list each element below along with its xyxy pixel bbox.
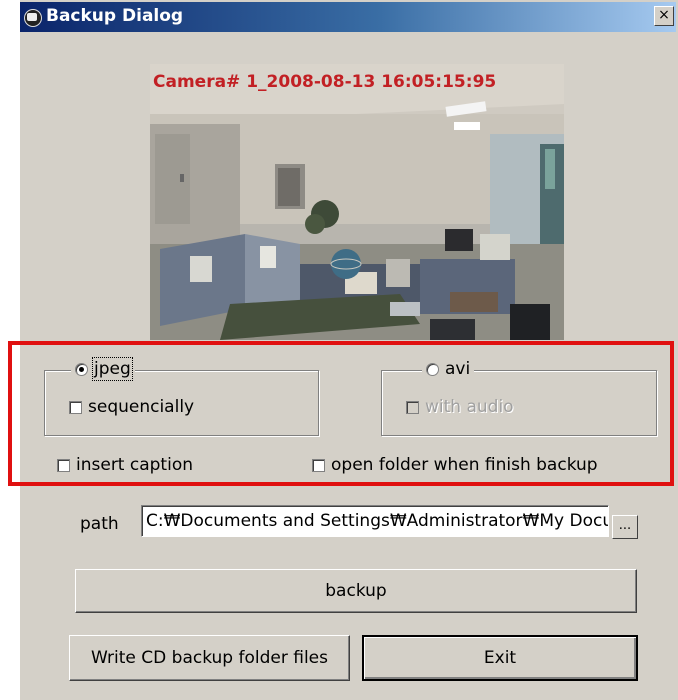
jpeg-radio[interactable]: jpeg [71, 357, 135, 381]
avi-group: avi with audio [381, 359, 657, 436]
camera-preview: Camera# 1_2008-08-13 16:05:15:95 [150, 64, 564, 340]
path-input[interactable]: C:₩Documents and Settings₩Administrator₩… [141, 505, 609, 537]
office-scene-image [150, 64, 564, 340]
insert-caption-check-indicator[interactable] [57, 458, 70, 472]
jpeg-group: jpeg sequencially [44, 357, 319, 436]
title-bar[interactable]: Backup Dialog × [20, 2, 676, 32]
open-folder-label: open folder when finish backup [331, 455, 598, 475]
open-folder-checkbox[interactable]: open folder when finish backup [312, 455, 598, 475]
write-cd-button[interactable]: Write CD backup folder files [69, 635, 350, 681]
insert-caption-label: insert caption [76, 455, 193, 475]
camera-caption: Camera# 1_2008-08-13 16:05:15:95 [153, 72, 497, 92]
with-audio-check-indicator[interactable] [406, 400, 419, 414]
insert-caption-checkbox[interactable]: insert caption [57, 455, 193, 475]
with-audio-label: with audio [425, 397, 514, 417]
sequencially-check-indicator[interactable] [69, 400, 82, 414]
sequencially-checkbox[interactable]: sequencially [69, 397, 194, 417]
backup-button[interactable]: backup [75, 569, 637, 613]
app-icon [24, 9, 42, 27]
browse-button[interactable]: ... [612, 515, 638, 539]
path-label: path [80, 514, 119, 534]
avi-radio-indicator[interactable] [426, 362, 439, 376]
window-title: Backup Dialog [46, 6, 184, 26]
jpeg-radio-indicator[interactable] [75, 362, 88, 376]
with-audio-checkbox[interactable]: with audio [406, 397, 514, 417]
avi-label: avi [445, 359, 471, 379]
exit-button[interactable]: Exit [362, 635, 638, 681]
jpeg-label: jpeg [92, 357, 133, 381]
open-folder-check-indicator[interactable] [312, 458, 325, 472]
sequencially-label: sequencially [88, 397, 195, 417]
close-button[interactable]: × [654, 6, 674, 26]
avi-radio[interactable]: avi [422, 359, 475, 379]
